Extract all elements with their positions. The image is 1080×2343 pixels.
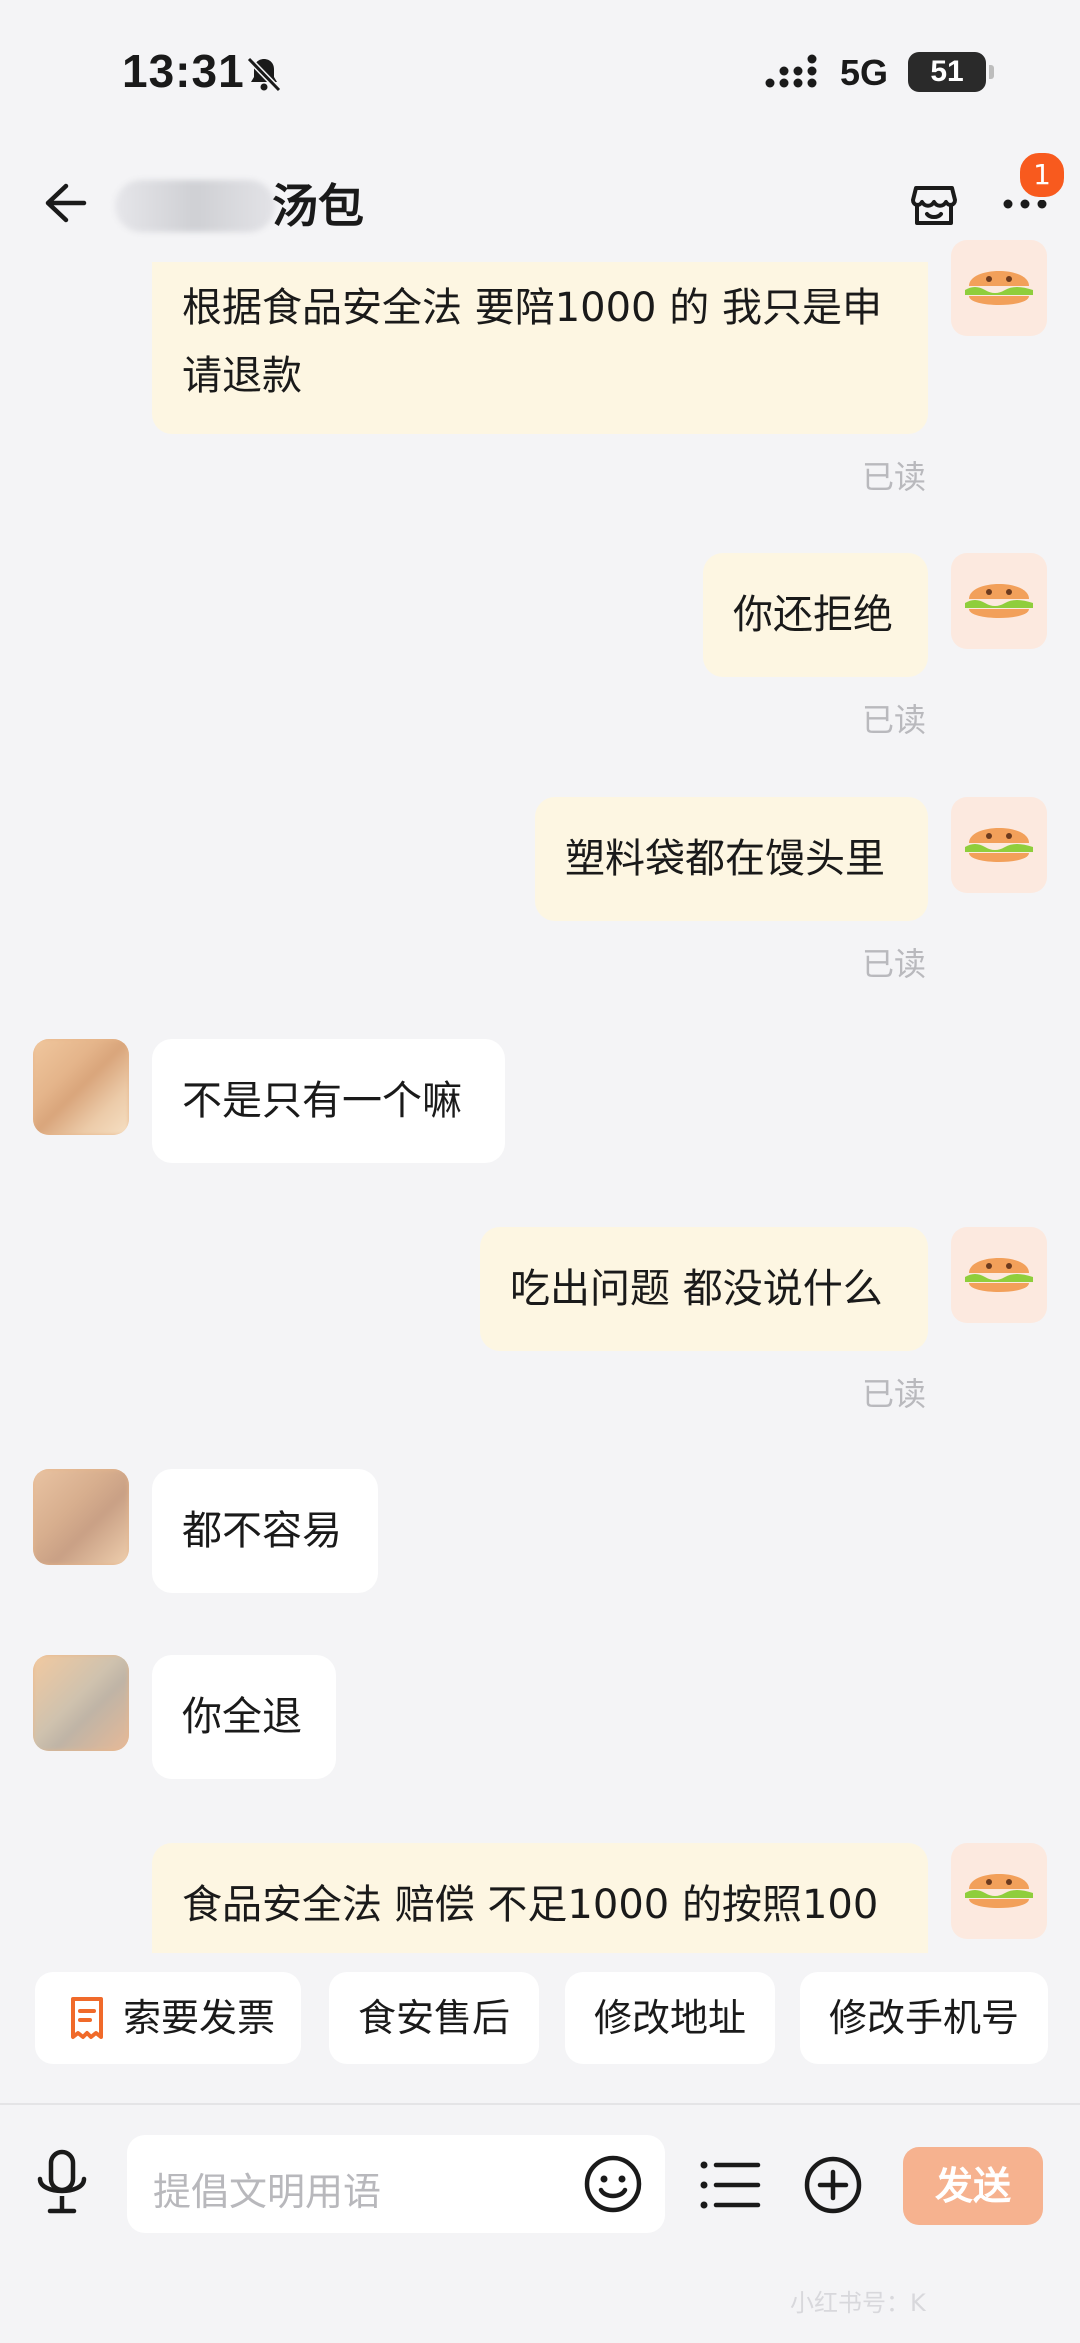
blurred-avatar <box>33 1655 129 1751</box>
emoji-icon[interactable] <box>583 2154 643 2214</box>
status-time: 13:31 <box>122 45 245 97</box>
message-bubble-outgoing[interactable]: 吃出问题 都没说什么 <box>480 1227 928 1351</box>
read-status: 已读 <box>862 1375 927 1413</box>
signal-icon <box>765 54 817 88</box>
blurred-shop-name <box>115 180 275 232</box>
avatar-self[interactable] <box>951 553 1047 649</box>
message-bubble-incoming[interactable]: 都不容易 <box>152 1469 378 1593</box>
message-bubble-outgoing[interactable]: 根据食品安全法 要陪1000 的 我只是申请退款 <box>152 262 928 434</box>
battery-icon: 51 <box>908 52 994 92</box>
blurred-avatar <box>33 1469 129 1565</box>
message-bubble-outgoing[interactable]: 你还拒绝 <box>703 553 928 677</box>
battery-level: 51 <box>930 55 964 88</box>
chip-label: 修改手机号 <box>828 1996 1019 2040</box>
avatar-shop[interactable] <box>33 1469 129 1565</box>
quick-action-edit-phone[interactable]: 修改手机号 <box>800 1972 1048 2064</box>
burger-avatar-icon <box>965 584 1033 618</box>
network-type: 5G <box>840 52 889 93</box>
watermark: 小红书号：K <box>790 2289 926 2317</box>
chat-header: 汤包 1 <box>0 150 1080 260</box>
message-text: 不是只有一个嘛 <box>182 1078 462 1124</box>
message-text: 根据食品安全法 要陪1000 的 我只是申请退款 <box>182 285 882 399</box>
message-text: 你全退 <box>182 1694 302 1740</box>
quick-actions-bar: 索要发票 食安售后 修改地址 修改手机号 <box>0 1972 1080 2072</box>
burger-avatar-icon <box>965 1258 1033 1292</box>
message-text: 吃出问题 都没说什么 <box>510 1266 883 1312</box>
quick-action-invoice[interactable]: 索要发票 <box>35 1972 301 2064</box>
chip-label: 食安售后 <box>357 1996 510 2040</box>
quick-action-food-safety[interactable]: 食安售后 <box>329 1972 539 2064</box>
quick-action-edit-address[interactable]: 修改地址 <box>565 1972 775 2064</box>
avatar-self[interactable] <box>951 1843 1047 1939</box>
avatar-shop[interactable] <box>33 1655 129 1751</box>
avatar-self[interactable] <box>951 240 1047 336</box>
chat-title: 汤包 <box>272 179 364 233</box>
read-status: 已读 <box>862 458 927 496</box>
blurred-avatar <box>33 1039 129 1135</box>
burger-avatar-icon <box>965 1874 1033 1908</box>
avatar-self[interactable] <box>951 797 1047 893</box>
chip-label: 修改地址 <box>593 1996 746 2040</box>
read-status: 已读 <box>862 701 927 739</box>
message-text: 塑料袋都在馒头里 <box>565 836 885 882</box>
chip-label: 索要发票 <box>123 1996 276 2040</box>
read-status: 已读 <box>862 945 927 983</box>
receipt-icon <box>71 1997 103 2039</box>
avatar-self[interactable] <box>951 1227 1047 1323</box>
input-placeholder: 提倡文明用语 <box>153 2170 382 2214</box>
message-text: 都不容易 <box>182 1508 342 1554</box>
list-menu-icon[interactable] <box>698 2157 762 2213</box>
back-arrow-icon[interactable] <box>40 178 90 228</box>
message-bubble-incoming[interactable]: 你全退 <box>152 1655 336 1779</box>
status-bar: 13:31 5G 51 <box>0 0 1080 140</box>
microphone-icon[interactable] <box>34 2149 90 2219</box>
send-button[interactable]: 发送 <box>903 2147 1043 2225</box>
add-circle-icon[interactable] <box>803 2155 863 2215</box>
message-text: 食品安全法 赔偿 不足1000 的按照100 <box>182 1882 879 1928</box>
notification-badge: 1 <box>1017 150 1067 200</box>
burger-avatar-icon <box>965 828 1033 862</box>
bell-muted-icon <box>246 56 282 93</box>
message-bubble-outgoing[interactable]: 食品安全法 赔偿 不足1000 的按照100 <box>152 1843 928 1953</box>
message-bubble-incoming[interactable]: 不是只有一个嘛 <box>152 1039 505 1163</box>
message-input[interactable]: 提倡文明用语 <box>127 2135 665 2233</box>
burger-avatar-icon <box>965 271 1033 305</box>
message-text: 你还拒绝 <box>733 592 893 638</box>
message-bubble-outgoing[interactable]: 塑料袋都在馒头里 <box>535 797 928 921</box>
avatar-shop[interactable] <box>33 1039 129 1135</box>
shop-icon[interactable] <box>908 178 960 230</box>
